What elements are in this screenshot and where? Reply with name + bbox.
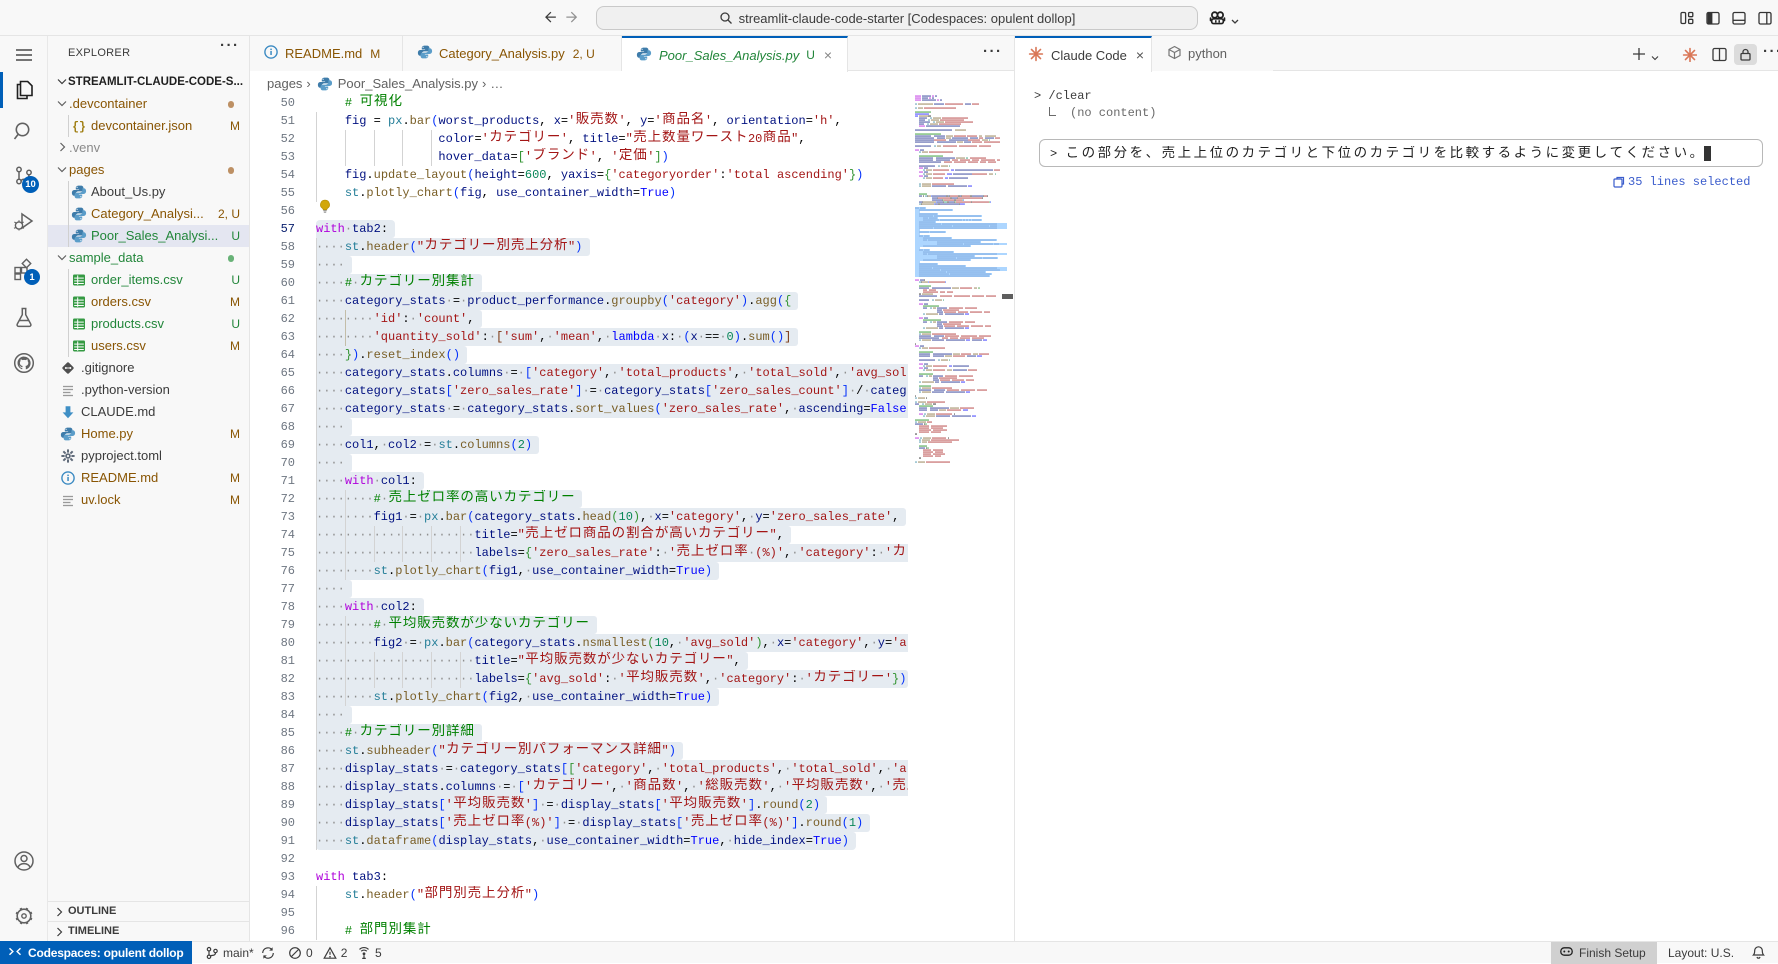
svg-text:{}: {} [72,121,86,134]
